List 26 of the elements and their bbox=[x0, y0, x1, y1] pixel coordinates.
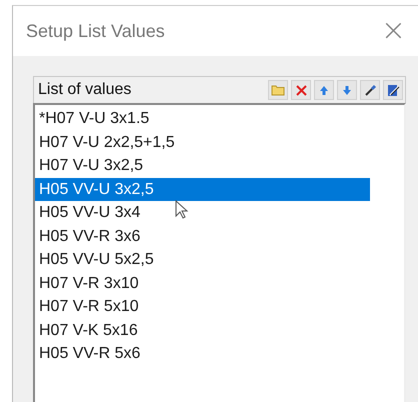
list-item[interactable]: H07 V-R 3x10 bbox=[35, 272, 370, 295]
list-item[interactable]: H07 V-U 3x2,5 bbox=[35, 154, 370, 178]
folder-icon bbox=[271, 84, 285, 96]
edit-button[interactable] bbox=[383, 80, 403, 100]
list-item[interactable]: H07 V-R 5x10 bbox=[35, 295, 370, 318]
list-item[interactable]: H05 VV-R 3x6 bbox=[35, 224, 370, 248]
arrow-down-icon bbox=[342, 84, 352, 96]
eyedropper-button[interactable] bbox=[360, 80, 380, 100]
arrow-up-icon bbox=[319, 84, 329, 96]
eyedropper-icon bbox=[364, 84, 376, 96]
edit-icon bbox=[386, 84, 400, 96]
close-button[interactable]: × bbox=[376, 16, 410, 46]
mouse-cursor-icon bbox=[175, 200, 189, 220]
window-title: Setup List Values bbox=[26, 20, 165, 42]
list-item[interactable]: *H07 V-U 3x1.5 bbox=[35, 107, 370, 130]
list-item[interactable]: H07 V-U 2x2,5+1,5 bbox=[35, 130, 370, 154]
list-item[interactable]: H07 V-K 5x16 bbox=[35, 318, 370, 342]
arrow-up-button[interactable] bbox=[314, 80, 334, 100]
list-item[interactable]: H05 VV-U 3x4 bbox=[35, 201, 370, 224]
folder-button[interactable] bbox=[268, 80, 288, 100]
list-item[interactable]: H05 VV-U 3x2,5 bbox=[35, 178, 370, 201]
list-item[interactable]: H05 VV-U 5x2,5 bbox=[35, 248, 370, 272]
delete-button[interactable] bbox=[291, 80, 311, 100]
list-item[interactable]: H05 VV-R 5x6 bbox=[35, 342, 370, 366]
delete-icon bbox=[294, 84, 308, 96]
list-title: List of values bbox=[38, 81, 132, 99]
